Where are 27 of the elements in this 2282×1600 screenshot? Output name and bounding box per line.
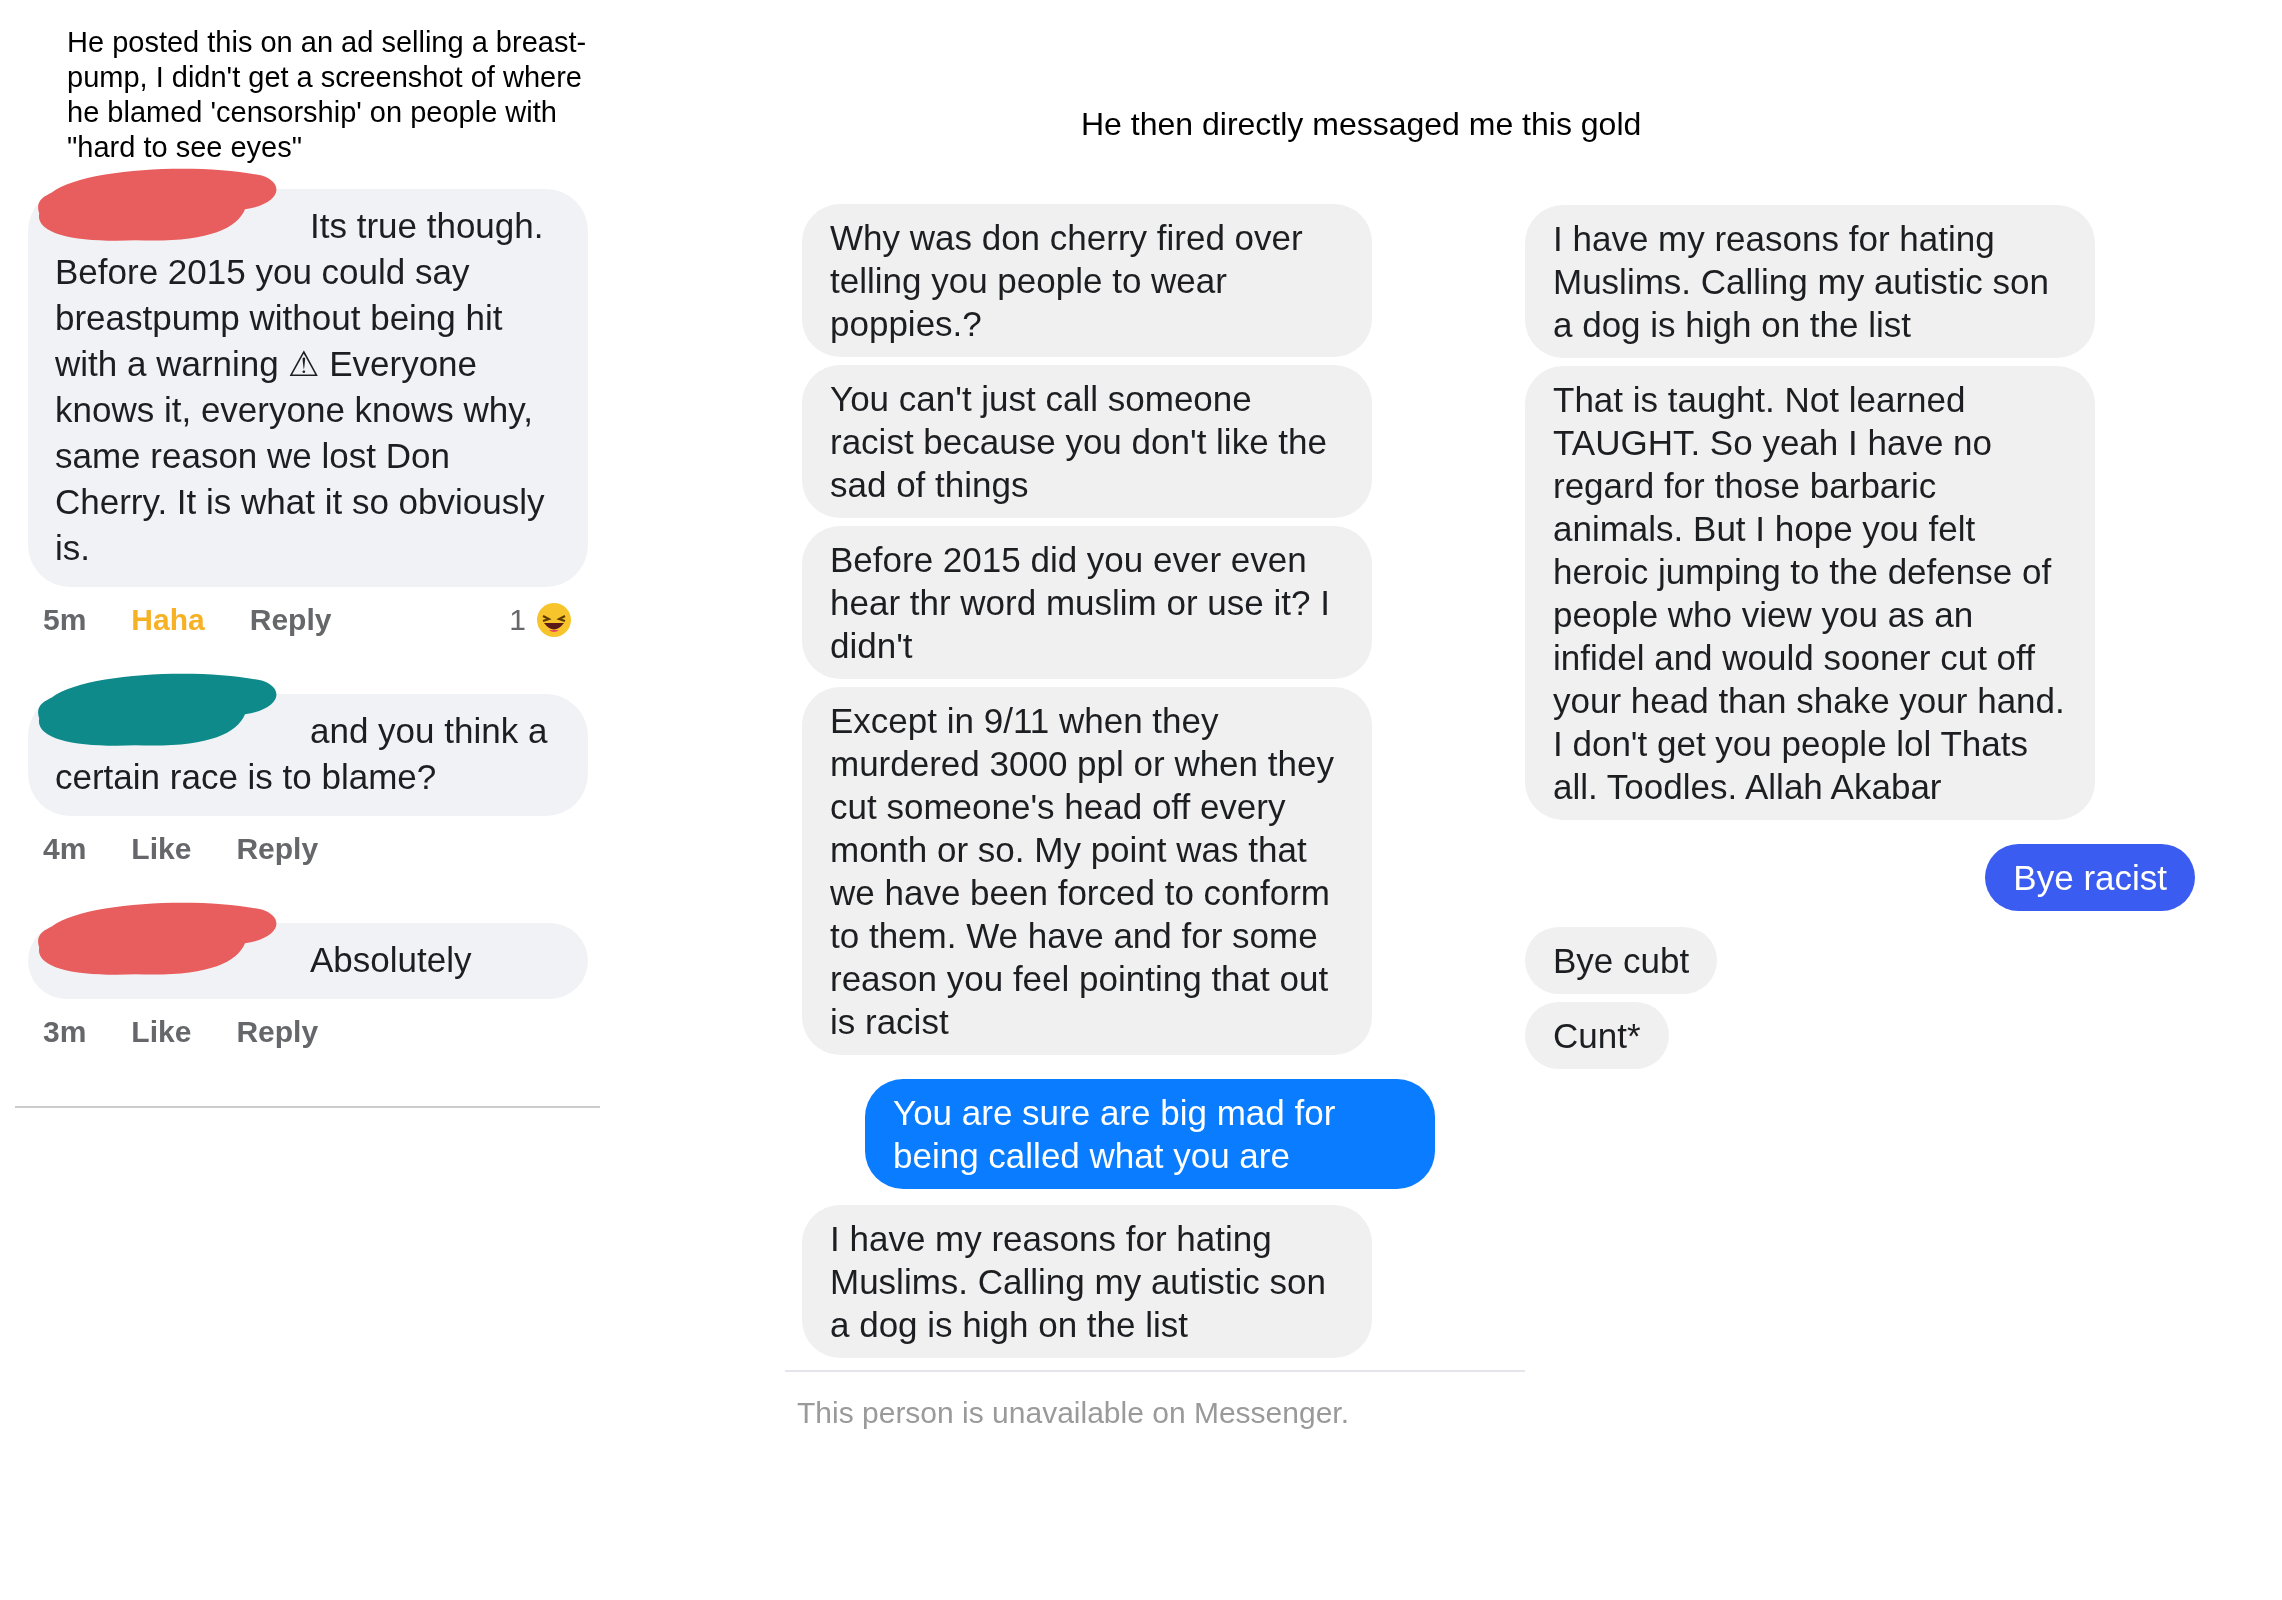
reaction-link[interactable]: Like: [131, 826, 192, 871]
received-message-bubble: You can't just call someone racist because you don't like the sad of things: [802, 365, 1372, 518]
sent-message-bubble: Bye racist: [1985, 844, 2195, 911]
laughing-emoji-icon: [536, 601, 572, 638]
received-message-bubble: That is taught. Not learned TAUGHT. So yeah I have no regard for those barbaric animals. But I hope you felt heroic jumping to the defense of people who view you as an infidel and would sooner cut off your head than shake your hand. I don't get you people lol Thats all. Toodles. Allah Akabar: [1525, 366, 2095, 820]
comment-time: 4m: [43, 831, 87, 867]
reaction-link[interactable]: Like: [131, 1009, 192, 1054]
caption-text: He then directly messaged me this gold: [1081, 105, 1642, 144]
reply-link[interactable]: Reply: [236, 826, 319, 871]
reply-link[interactable]: Reply: [249, 597, 332, 642]
comment-text: Its true though. Before 2015 you could say breastpump without being hit with a warning ⚠ Everyone knows it, everyone knows why, same reason we lost Don Cherry. It is what it so obviously is.: [55, 205, 546, 569]
reaction-count: 1: [509, 602, 526, 638]
received-message-bubble: I have my reasons for hating Muslims. Calling my autistic son a dog is high on the list: [1525, 205, 2095, 358]
received-message-bubble: Cunt*: [1525, 1002, 1669, 1069]
received-message-bubble: Why was don cherry fired over telling you people to wear poppies.?: [802, 204, 1372, 357]
received-message-bubble: I have my reasons for hating Muslims. Calling my autistic son a dog is high on the list: [802, 1205, 1372, 1358]
sent-message-bubble: You are sure are big mad for being called what you are: [865, 1079, 1435, 1189]
caption-text: He posted this on an ad selling a breast-pump, I didn't get a screenshot of where he blamed 'censorship' on people with "hard to see eyes": [66, 25, 588, 165]
received-message-bubble: Except in 9/11 when they murdered 3000 ppl or when they cut someone's head off every month or so. My point was that we have been forced to conform to them. We have and for some reason you feel pointing that out is racist: [802, 687, 1372, 1055]
comment-time: 3m: [43, 1014, 87, 1050]
received-message-bubble: Bye cubt: [1525, 927, 1718, 994]
received-message-bubble: Before 2015 did you ever even hear thr word muslim or use it? I didn't: [802, 526, 1372, 679]
comment-time: 5m: [43, 602, 87, 638]
unavailable-notice: This person is unavailable on Messenger.: [785, 1370, 1525, 1435]
comment-text: Absolutely: [309, 939, 473, 981]
comment-text: and you think a certain race is to blame?: [55, 710, 549, 798]
reply-link[interactable]: Reply: [236, 1009, 319, 1054]
